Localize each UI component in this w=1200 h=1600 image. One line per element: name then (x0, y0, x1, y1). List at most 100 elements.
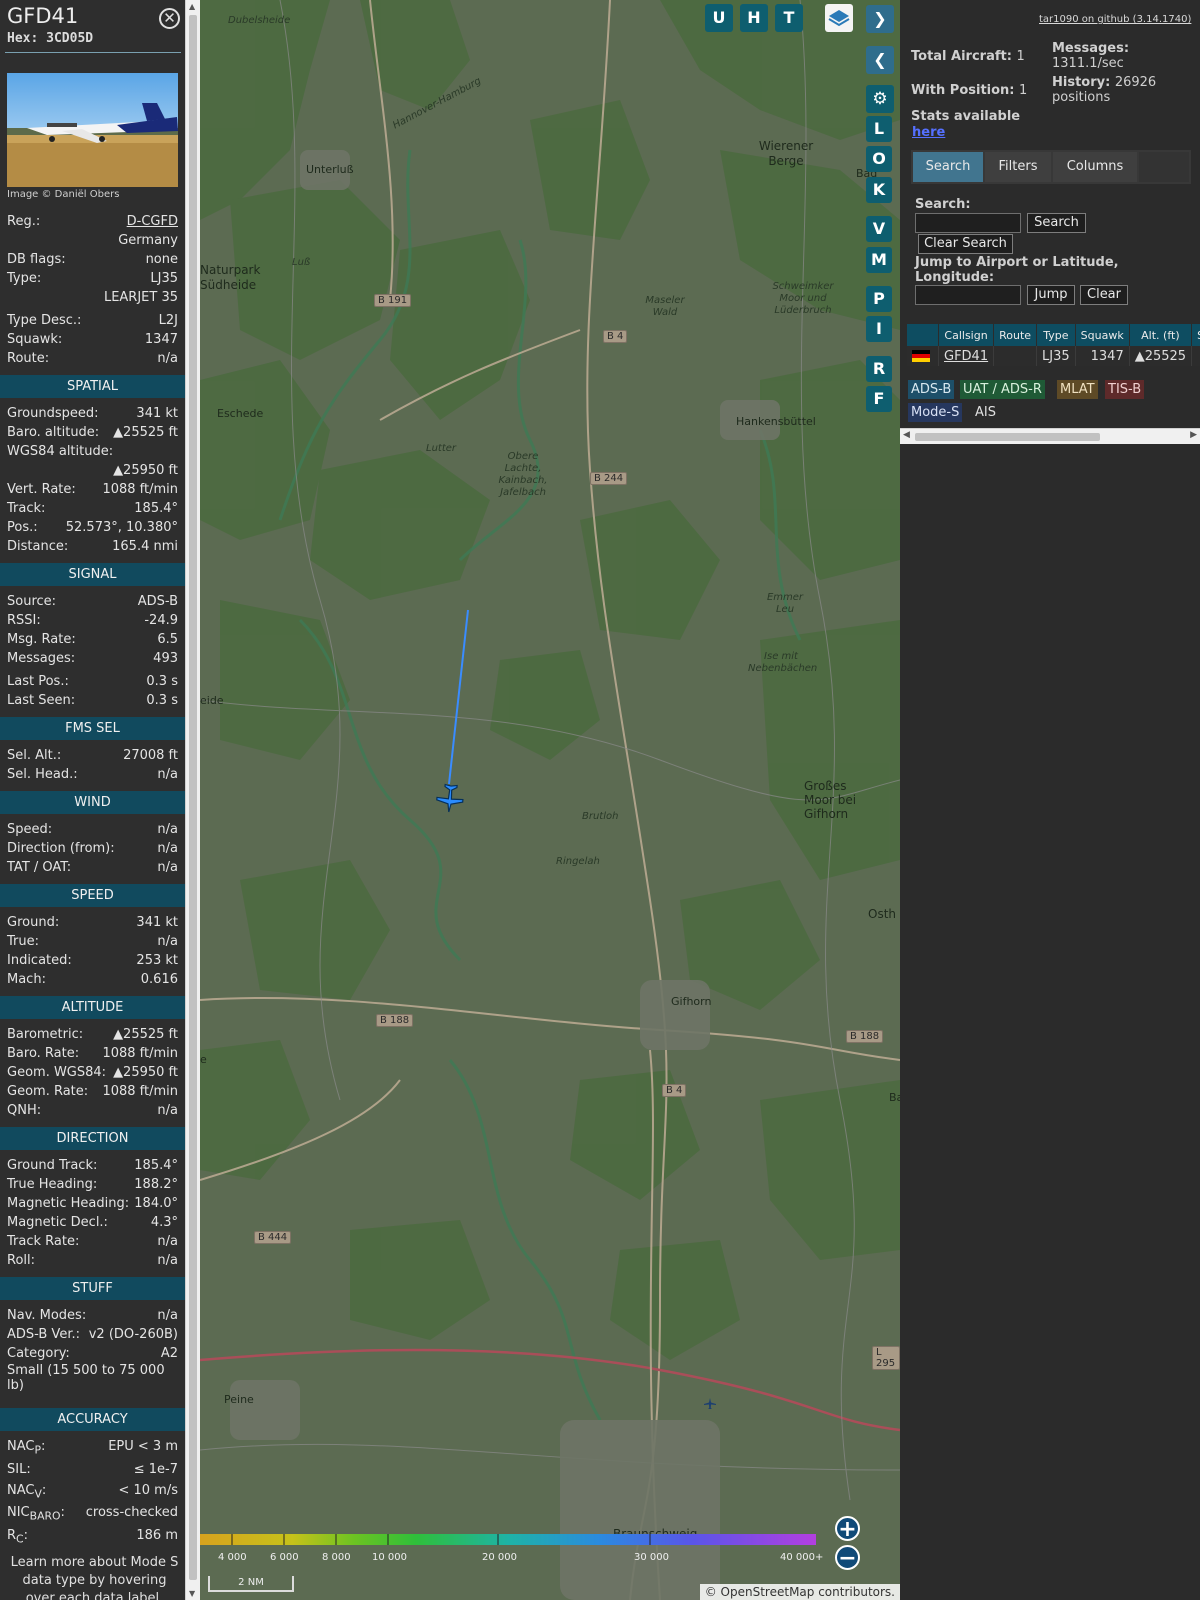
speed-label: Mach: (7, 972, 46, 987)
map-button-h[interactable]: H (740, 4, 768, 32)
search-button[interactable]: Search (1027, 213, 1086, 233)
hscroll-thumb[interactable] (915, 433, 1100, 441)
map-button-o[interactable]: O (866, 146, 892, 172)
map-button-v[interactable]: V (866, 216, 892, 242)
stats-here-link[interactable]: here (912, 125, 945, 140)
with-position-stat: With Position: 1 (911, 83, 1027, 98)
alt-legend-30000: 30 000 (634, 1552, 669, 1563)
map-label-ringelah: Ringelah (556, 856, 600, 867)
search-input[interactable] (915, 213, 1021, 233)
table-horizontal-scrollbar[interactable]: ◀ ▶ (900, 428, 1200, 444)
alt-legend-40000: 40 000+ (780, 1552, 824, 1563)
speed-row: Ground: 341 kt (0, 913, 185, 932)
col-altitude[interactable]: Alt. (ft) (1129, 324, 1193, 346)
registration-link[interactable]: D-CGFD (127, 212, 178, 231)
altitude-label: QNH: (7, 1103, 42, 1118)
speed-value: 341 kt (136, 915, 178, 930)
direction-value: n/a (157, 1253, 178, 1268)
map-label-maseler-wald: Maseler Wald (645, 295, 685, 318)
map-label-obere-lachte: Obere Lachte, Kainbach, Jafelbach (498, 451, 548, 498)
map-button-p[interactable]: P (866, 286, 892, 312)
callsign-link[interactable]: GFD41 (944, 349, 988, 364)
aircraft-icon[interactable] (436, 782, 464, 814)
zoom-out-button[interactable]: − (835, 1545, 860, 1571)
legend-ais[interactable]: AIS (972, 403, 999, 422)
sil-value: ≤ 1e-7 (133, 1462, 178, 1477)
jump-input[interactable] (915, 285, 1021, 305)
section-signal: SIGNAL (0, 563, 185, 586)
collapse-sidebar-button[interactable]: ❮ (866, 46, 894, 74)
map-button-f[interactable]: F (866, 386, 892, 412)
map-button-r[interactable]: R (866, 356, 892, 382)
jump-button[interactable]: Jump (1027, 285, 1075, 305)
spatial-row: ▲25950 ft (0, 461, 185, 480)
direction-row: Roll: n/a (0, 1251, 185, 1270)
wind-label: TAT / OAT: (7, 860, 72, 875)
map-button-l[interactable]: L (866, 116, 892, 142)
legend-modes[interactable]: Mode-S (908, 403, 963, 422)
scroll-down-icon[interactable]: ▼ (189, 1589, 195, 1598)
legend-mlat[interactable]: MLAT (1057, 380, 1098, 399)
legend-uat-adsr[interactable]: UAT / ADS-R (960, 380, 1045, 399)
map-background (200, 0, 900, 1600)
map-button-t[interactable]: T (775, 4, 803, 32)
photo-credit: Image © Daniël Obers (7, 189, 120, 200)
map-button-u[interactable]: U (705, 4, 733, 32)
map-view[interactable]: Dubelsheide Unterluß Naturpark Südheide … (200, 0, 900, 1600)
signal-label: Messages: (7, 651, 76, 666)
col-route[interactable]: Route (993, 324, 1038, 346)
settings-button[interactable]: ⚙ (866, 85, 894, 113)
messages-value: 1311.1/sec (1052, 56, 1124, 71)
tab-columns[interactable]: Columns (1053, 152, 1137, 182)
type-desc-label: Type Desc.: (7, 313, 82, 328)
zoom-in-button[interactable]: + (835, 1516, 860, 1542)
stats-available-label: Stats available (911, 109, 1021, 124)
map-attribution[interactable]: © OpenStreetMap contributors. (699, 1584, 900, 1600)
version-link[interactable]: tar1090 on github (3.14.1740) (1039, 14, 1191, 25)
map-label-lutter: Lutter (426, 443, 457, 454)
col-type[interactable]: Type (1036, 324, 1076, 346)
col-flag[interactable] (907, 324, 939, 346)
clear-search-button[interactable]: Clear Search (918, 234, 1013, 254)
direction-label: Magnetic Decl.: (7, 1215, 108, 1230)
close-info-button[interactable]: ✕ (159, 8, 180, 29)
col-callsign[interactable]: Callsign (938, 324, 995, 346)
tab-blank[interactable] (1139, 152, 1189, 182)
legend-adsb[interactable]: ADS-B (908, 380, 955, 399)
info-rows: Reg.: D-CGFD Germany DB flags: none Type… (0, 212, 185, 1548)
aircraft-photo[interactable] (7, 73, 178, 187)
col-speed[interactable]: Spd (1191, 324, 1200, 346)
scroll-right-icon[interactable]: ▶ (1190, 430, 1197, 440)
legend-tisb[interactable]: TIS-B (1105, 380, 1145, 399)
speed-value: 253 kt (136, 953, 178, 968)
layers-button[interactable] (825, 4, 853, 32)
callsign-cell[interactable]: GFD41 (938, 346, 995, 366)
info-footer-help: Learn more about Mode S data type by hov… (10, 1555, 179, 1600)
signal-value: 0.3 s (146, 693, 178, 708)
stuff-value: A2 (160, 1346, 178, 1361)
map-button-k[interactable]: K (866, 177, 892, 203)
alt-legend-10000: 10 000 (372, 1552, 407, 1563)
map-button-i[interactable]: I (866, 316, 892, 342)
scroll-left-icon[interactable]: ◀ (903, 430, 910, 440)
selected-callsign: GFD41 (7, 4, 79, 28)
table-row[interactable]: GFD41 LJ35 1347 ▲25525 (907, 346, 1200, 366)
signal-label: Msg. Rate: (7, 632, 76, 647)
fms-label: Sel. Head.: (7, 767, 78, 782)
title-divider (5, 52, 181, 53)
map-label-gifhorn: Gifhorn (671, 995, 712, 1008)
expand-sidebar-button[interactable]: ❯ (866, 5, 894, 33)
wind-row: TAT / OAT: n/a (0, 858, 185, 877)
stuff-label: ADS-B Ver.: (7, 1327, 80, 1342)
scrollbar-thumb[interactable] (189, 15, 197, 1580)
clear-jump-button[interactable]: Clear (1080, 285, 1128, 305)
db-flags-value: none (145, 252, 178, 267)
tab-search[interactable]: Search (913, 152, 983, 182)
scroll-up-icon[interactable]: ▲ (189, 2, 195, 11)
col-squawk[interactable]: Squawk (1075, 324, 1130, 346)
tab-filters[interactable]: Filters (985, 152, 1051, 182)
info-panel-scrollbar[interactable]: ▲ ▼ (185, 0, 200, 1600)
speed-row: Mach: 0.616 (0, 970, 185, 989)
map-label-ba: Ba (889, 1091, 900, 1104)
map-button-m[interactable]: M (866, 247, 892, 273)
